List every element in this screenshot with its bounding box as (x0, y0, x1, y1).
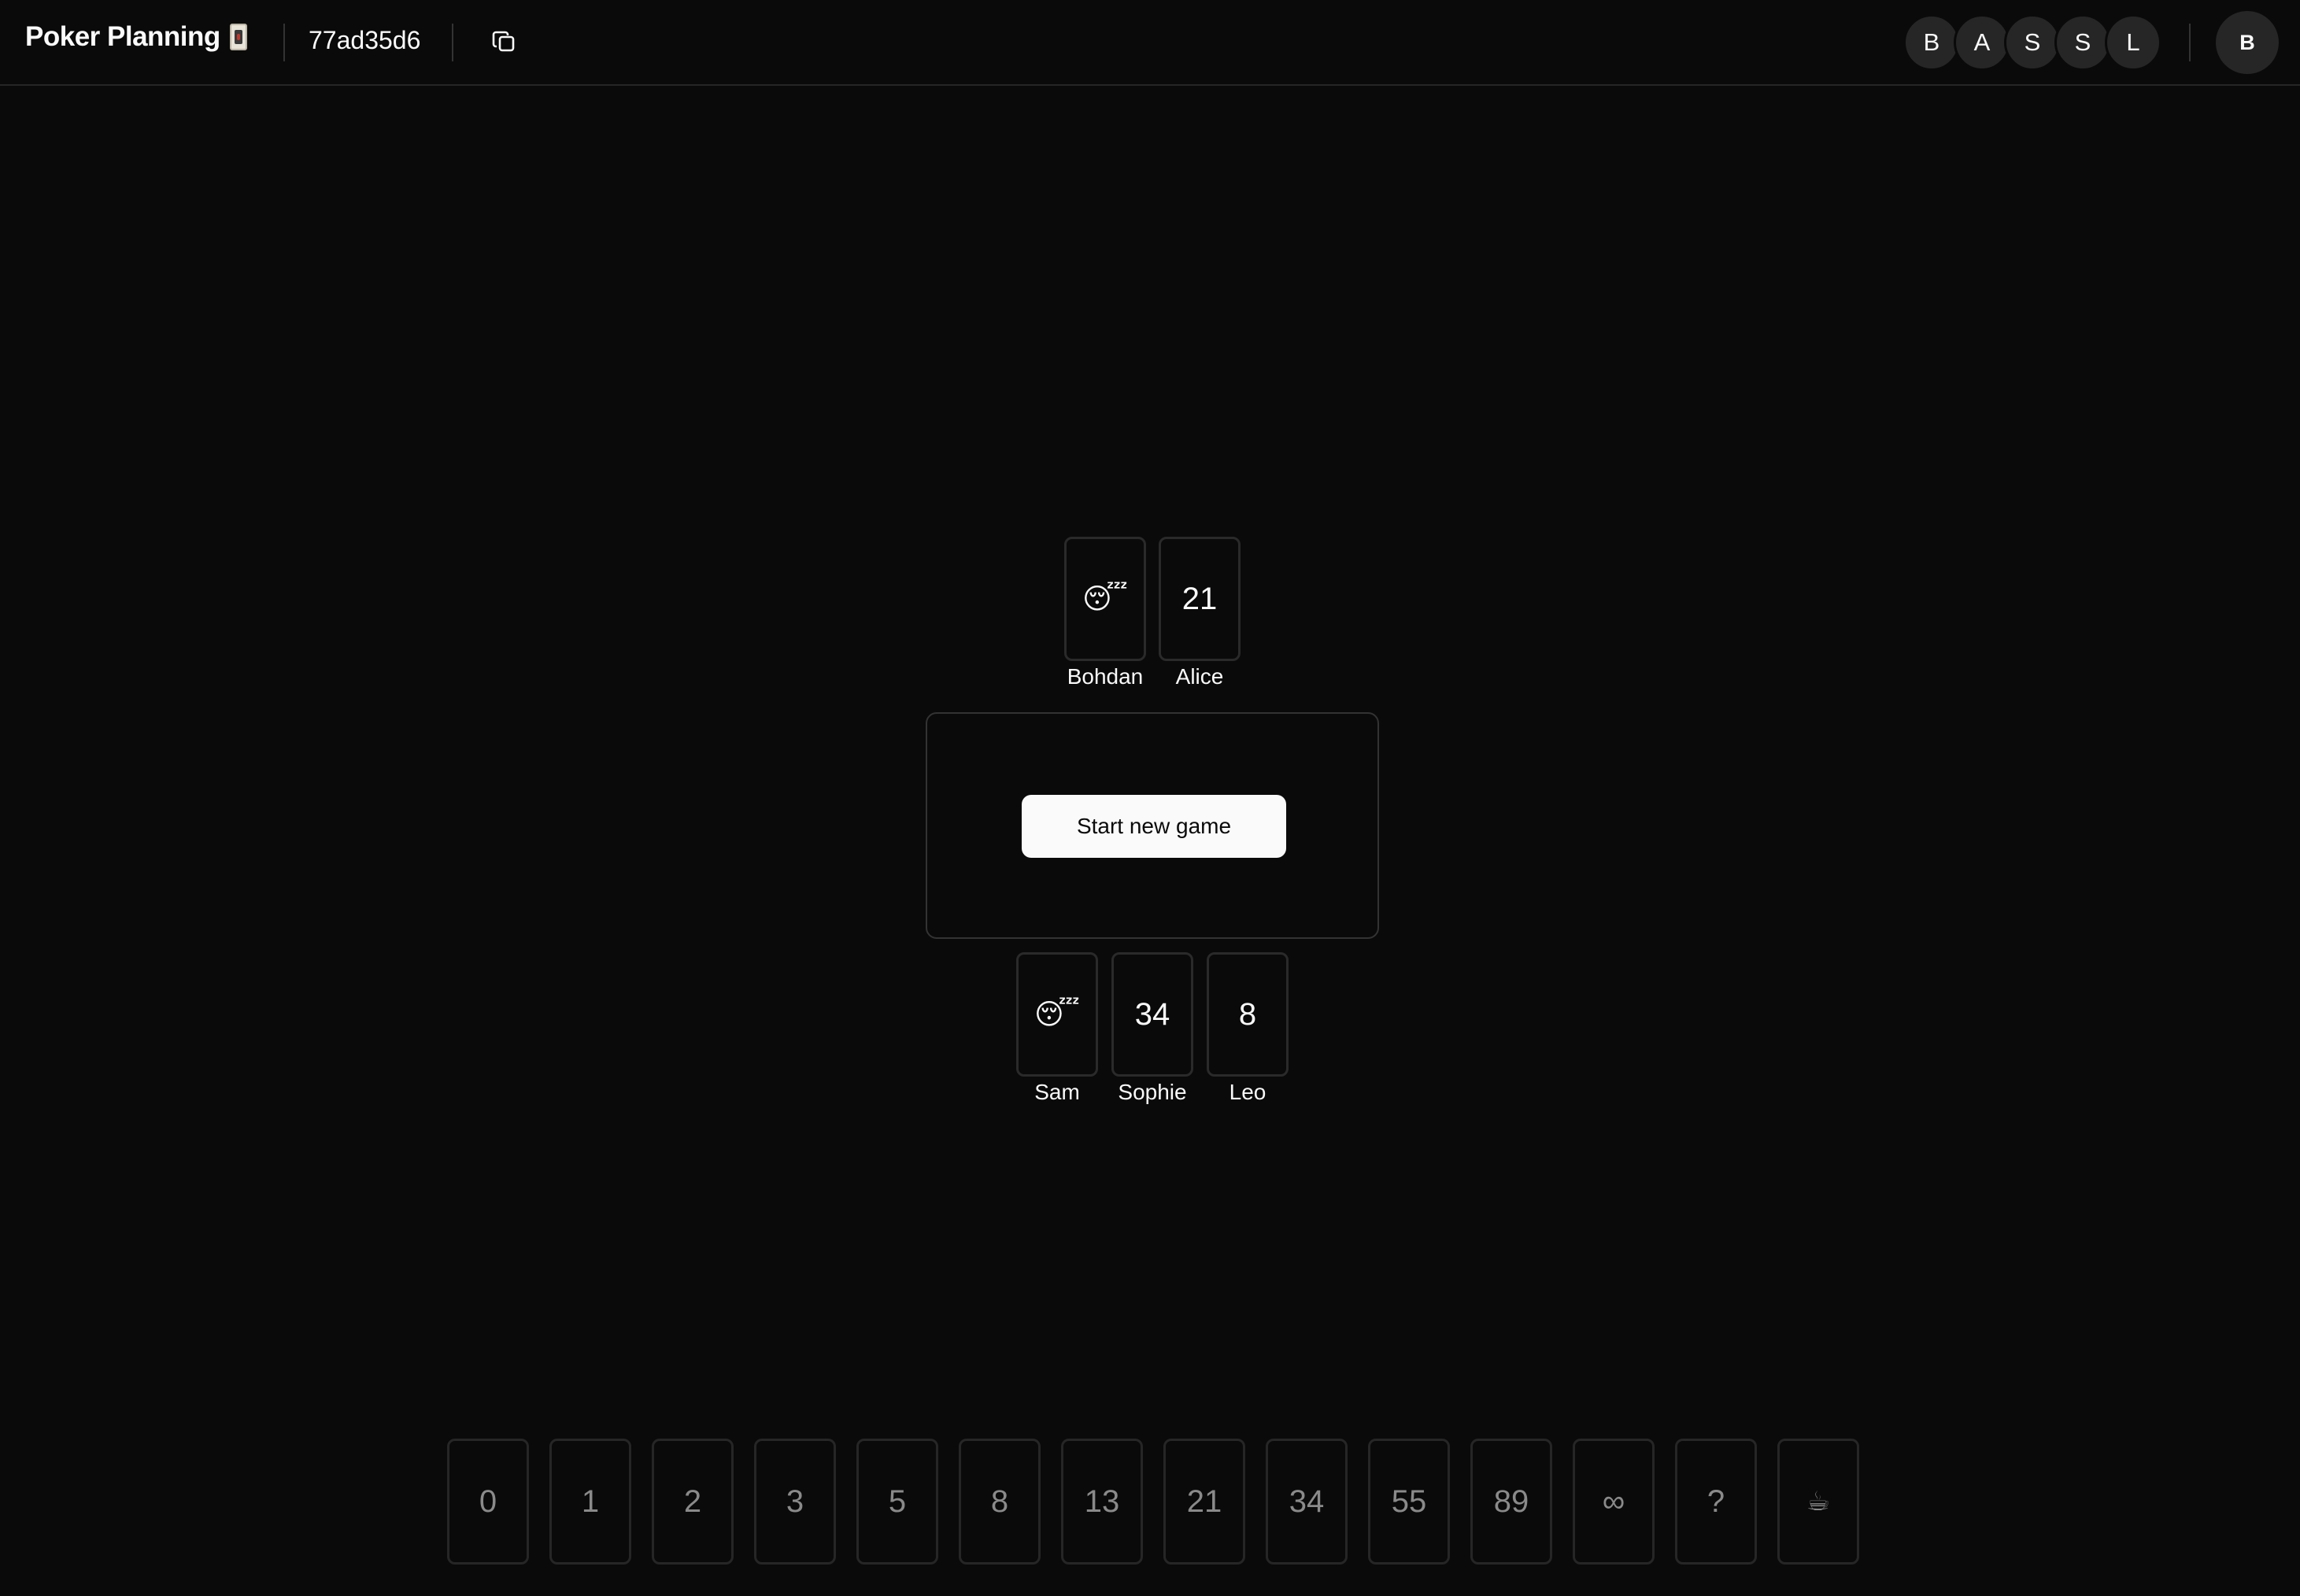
top-bar: Poker Planning 77ad35d6 B A S S L B (0, 0, 2300, 86)
participant-avatar: S (2004, 14, 2061, 71)
player-seat: 21 Alice (1159, 537, 1241, 689)
deck-card[interactable]: 13 (1061, 1439, 1143, 1565)
header-divider (2189, 24, 2191, 61)
poker-table: Start new game (926, 712, 1379, 939)
deck-card[interactable]: 2 (652, 1439, 734, 1565)
player-seat: 😴 Bohdan (1064, 537, 1146, 689)
player-card: 😴 (1016, 952, 1098, 1077)
deck-card[interactable]: 3 (754, 1439, 836, 1565)
copy-icon (492, 31, 515, 52)
player-seat: 😴 Sam (1016, 952, 1098, 1105)
header-divider (283, 24, 285, 61)
player-name: Alice (1175, 664, 1224, 689)
deck-card[interactable]: 21 (1163, 1439, 1245, 1565)
player-card: 😴 (1064, 537, 1146, 661)
header-divider (452, 24, 453, 61)
player-name: Sam (1034, 1080, 1080, 1104)
player-name: Bohdan (1067, 664, 1144, 689)
deck-card[interactable]: 5 (856, 1439, 938, 1565)
deck-card[interactable]: 34 (1266, 1439, 1348, 1565)
player-card: 34 (1111, 952, 1193, 1077)
player-card: 8 (1207, 952, 1289, 1077)
participant-avatars: B A S S L (1903, 14, 2161, 71)
user-menu-avatar[interactable]: B (2216, 11, 2279, 74)
participant-avatar: L (2105, 14, 2161, 71)
room-id: 77ad35d6 (309, 26, 421, 54)
deck-card[interactable]: 1 (549, 1439, 631, 1565)
deck-card[interactable]: 89 (1470, 1439, 1552, 1565)
deck-card[interactable]: 55 (1368, 1439, 1450, 1565)
app-title: Poker Planning (25, 21, 247, 53)
card-deck: 0 1 2 3 5 8 13 21 34 55 89 ∞ ? ☕ (447, 1439, 1859, 1565)
app-title-text: Poker Planning (25, 21, 220, 52)
deck-card[interactable]: 0 (447, 1439, 529, 1565)
start-new-game-button[interactable]: Start new game (1022, 795, 1286, 858)
deck-card-question[interactable]: ? (1675, 1439, 1757, 1565)
copy-room-id-button[interactable] (486, 24, 524, 61)
player-seat: 34 Sophie (1111, 952, 1193, 1105)
player-card: 21 (1159, 537, 1241, 661)
player-seat: 8 Leo (1207, 952, 1289, 1105)
deck-card[interactable]: 8 (959, 1439, 1041, 1565)
participant-avatar: B (1903, 14, 1960, 71)
player-name: Leo (1229, 1080, 1266, 1104)
participant-avatar: S (2054, 14, 2111, 71)
player-name: Sophie (1118, 1080, 1187, 1104)
playing-card-icon (229, 24, 247, 50)
deck-card-coffee[interactable]: ☕ (1777, 1439, 1859, 1565)
participant-avatar: A (1954, 14, 2010, 71)
deck-card-infinity[interactable]: ∞ (1573, 1439, 1655, 1565)
